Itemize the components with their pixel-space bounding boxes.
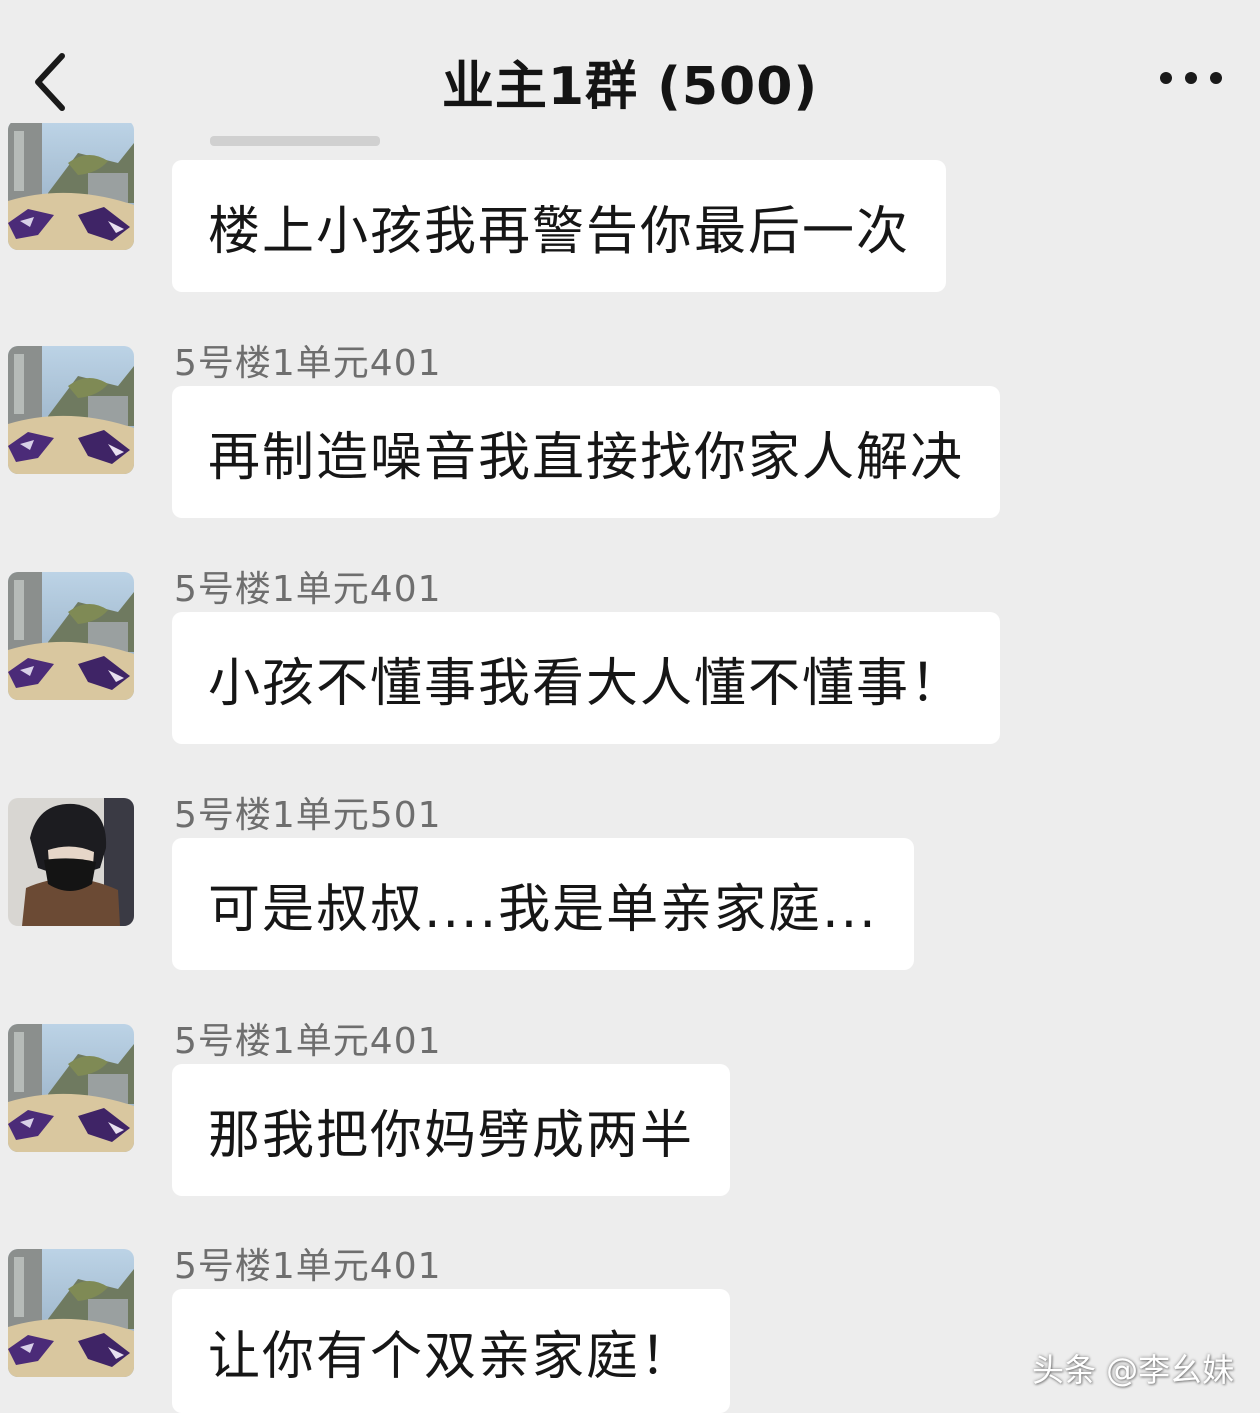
avatar[interactable] (8, 798, 134, 926)
more-button[interactable] (1156, 62, 1226, 94)
sender-name: 5号楼1单元401 (174, 343, 442, 384)
message-text: 让你有个双亲家庭！ (208, 1326, 695, 1387)
message-bubble[interactable]: 再制造噪音我直接找你家人解决 (172, 386, 1001, 518)
message-bubble[interactable]: 小孩不懂事我看大人懂不懂事！ (172, 612, 1001, 744)
watermark: 头条 @李幺妹 (1032, 1351, 1235, 1389)
sender-name: 5号楼1单元501 (174, 795, 442, 836)
avatar[interactable] (8, 346, 134, 474)
message-bubble[interactable]: 让你有个双亲家庭！ (172, 1289, 731, 1413)
message-text: 那我把你妈劈成两半 (208, 1105, 695, 1166)
more-dots-icon (1160, 72, 1222, 84)
sender-name-cut (210, 128, 380, 148)
sender-name: 5号楼1单元401 (174, 1021, 442, 1062)
avatar[interactable] (8, 572, 134, 700)
message-text: 再制造噪音我直接找你家人解决 (208, 427, 965, 488)
avatar[interactable] (8, 1249, 134, 1377)
sender-name: 5号楼1单元401 (174, 1246, 442, 1287)
chat-header: 业主1群 (500) (0, 0, 1260, 150)
avatar[interactable] (8, 1024, 134, 1152)
message-text: 楼上小孩我再警告你最后一次 (208, 201, 911, 262)
message-text: 可是叔叔....我是单亲家庭... (208, 879, 878, 940)
message-bubble[interactable]: 楼上小孩我再警告你最后一次 (172, 160, 947, 292)
avatar[interactable] (8, 120, 134, 250)
chat-title: 业主1群 (500) (441, 57, 819, 117)
sender-name: 5号楼1单元401 (174, 569, 442, 610)
message-bubble[interactable]: 可是叔叔....我是单亲家庭... (172, 838, 914, 970)
message-text: 小孩不懂事我看大人懂不懂事！ (208, 653, 965, 714)
message-bubble[interactable]: 那我把你妈劈成两半 (172, 1064, 731, 1196)
